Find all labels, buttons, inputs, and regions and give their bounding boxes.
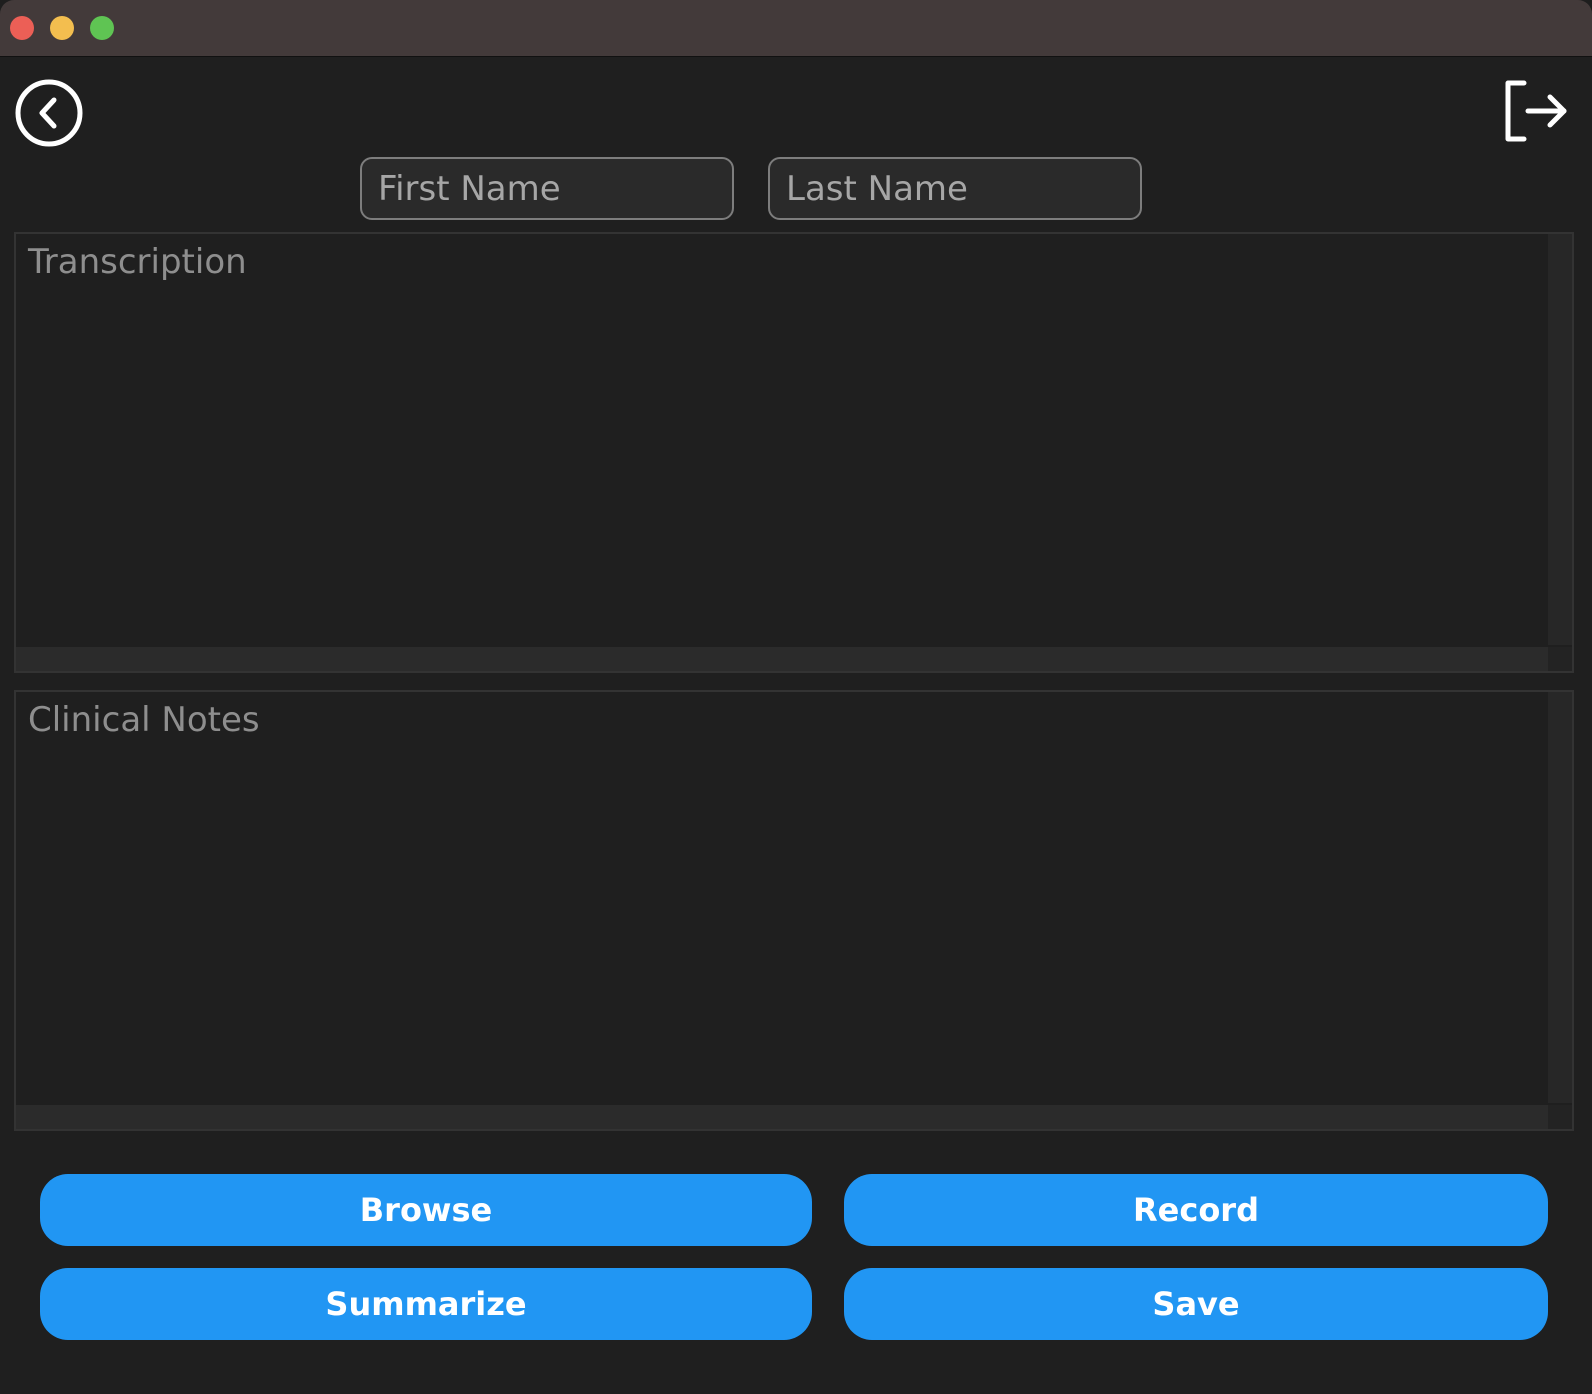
- transcription-panel: [14, 232, 1574, 673]
- logout-button[interactable]: [1504, 79, 1570, 143]
- transcription-horizontal-scrollbar[interactable]: [16, 647, 1548, 671]
- record-button[interactable]: Record: [844, 1174, 1548, 1246]
- minimize-window-button[interactable]: [50, 16, 74, 40]
- summarize-button[interactable]: Summarize: [40, 1268, 812, 1340]
- first-name-input[interactable]: [360, 157, 734, 220]
- app-window: Browse Record Summarize Save: [0, 0, 1592, 1394]
- clinical-notes-panel: [14, 690, 1574, 1131]
- maximize-window-button[interactable]: [90, 16, 114, 40]
- logout-icon: [1505, 80, 1567, 142]
- title-bar: [0, 0, 1592, 57]
- transcription-vertical-scrollbar[interactable]: [1548, 234, 1572, 645]
- transcription-textarea[interactable]: [16, 234, 1548, 645]
- close-window-button[interactable]: [10, 16, 34, 40]
- clinical-notes-vertical-scrollbar[interactable]: [1548, 692, 1572, 1103]
- last-name-input[interactable]: [768, 157, 1142, 220]
- main-content: Browse Record Summarize Save: [0, 57, 1592, 1394]
- clinical-notes-textarea[interactable]: [16, 692, 1548, 1103]
- save-button[interactable]: Save: [844, 1268, 1548, 1340]
- scroll-corner: [1548, 1105, 1572, 1129]
- back-button[interactable]: [14, 78, 84, 148]
- browse-button[interactable]: Browse: [40, 1174, 812, 1246]
- scroll-corner: [1548, 647, 1572, 671]
- back-circle-icon: [15, 79, 83, 147]
- clinical-notes-horizontal-scrollbar[interactable]: [16, 1105, 1548, 1129]
